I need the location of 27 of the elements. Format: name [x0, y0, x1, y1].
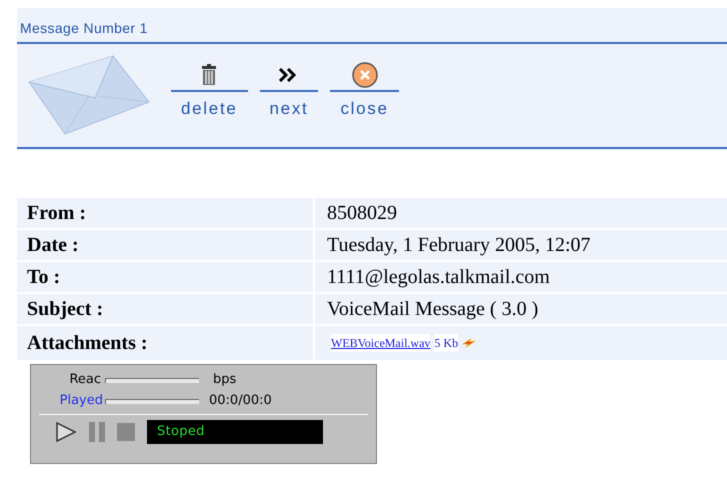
file-size: 5 Kb — [434, 334, 458, 352]
field-value: 1111@legolas.talkmail.com — [315, 262, 727, 292]
field-value: 8508029 — [315, 198, 727, 228]
time-readout: 00:0/00:0 — [209, 392, 272, 410]
field-label: Subject : — [17, 294, 313, 324]
field-label: Attachments : — [17, 326, 313, 360]
pause-button[interactable] — [89, 422, 105, 442]
double-chevron-icon — [279, 68, 299, 82]
close-icon — [352, 62, 378, 88]
field-value: VoiceMail Message ( 3.0 ) — [315, 294, 727, 324]
field-label: Date : — [17, 230, 313, 260]
field-value: Tuesday, 1 February 2005, 12:07 — [315, 230, 727, 260]
status-display: Stoped — [147, 420, 323, 444]
bitrate-unit: bps — [213, 371, 236, 390]
window-title: Message Number 1 — [19, 19, 149, 38]
field-label: To : — [17, 262, 313, 292]
field-label: From : — [17, 198, 313, 228]
played-label: Played — [58, 392, 104, 410]
play-button[interactable] — [55, 421, 77, 443]
toolbar-button[interactable]: next — [260, 60, 318, 122]
received-label: Reac — [68, 371, 102, 390]
attachment-link[interactable]: WEBVoiceMail.wav — [331, 334, 430, 352]
stop-button[interactable] — [117, 423, 135, 441]
toolbar-button[interactable]: delete — [171, 60, 248, 122]
lightning-icon — [462, 337, 476, 349]
toolbar-button[interactable]: close — [330, 60, 399, 122]
trash-icon — [201, 64, 218, 86]
